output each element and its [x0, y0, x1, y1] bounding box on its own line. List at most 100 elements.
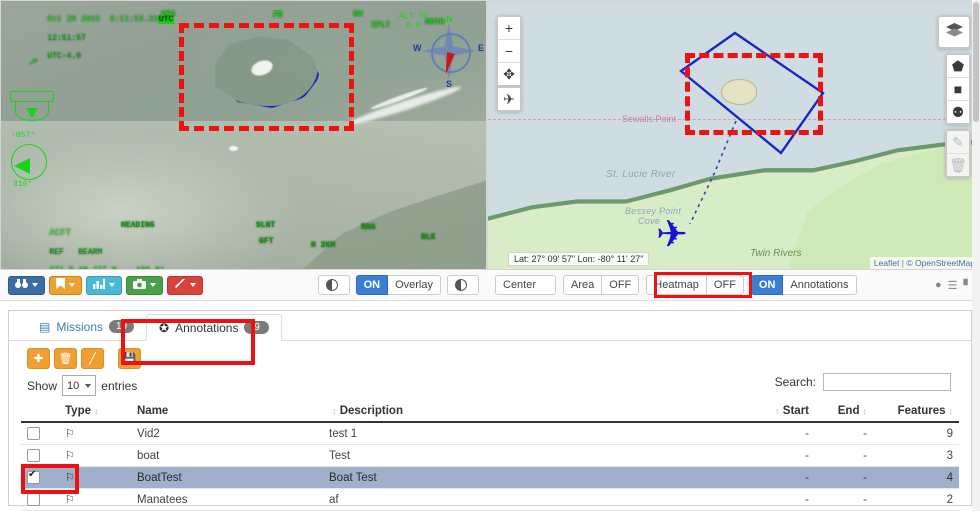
row-features: 2	[873, 488, 959, 511]
map-label-bessey-point: Bessey Point	[625, 206, 682, 216]
heatmap-state-button[interactable]: OFF	[706, 275, 744, 295]
row-checkbox[interactable]	[27, 469, 40, 484]
video-panel[interactable]: Oct 28 2015 6:11:53.33UTC 12:51:57 UTC-4…	[0, 0, 487, 270]
map-list-icon[interactable]: ☰	[948, 279, 958, 292]
th-start-label: Start	[782, 405, 809, 417]
edit-shape-icon[interactable]: ✎	[947, 131, 969, 154]
binoculars-button[interactable]	[8, 275, 45, 295]
map-toolbar: Center Area OFF Heatmap OFF ON Annotatio…	[487, 270, 980, 300]
heatmap-label-button[interactable]: Heatmap	[646, 275, 707, 295]
zoom-out-button[interactable]: −	[498, 40, 520, 63]
attribution-leaflet[interactable]: Leaflet	[874, 258, 900, 268]
center-dropdown[interactable]: Center	[495, 275, 557, 295]
attribution-osm[interactable]: © OpenStreetMap	[906, 258, 975, 268]
zoom-in-button[interactable]: +	[498, 17, 520, 40]
map-label-bessey-cove: Cove	[638, 216, 661, 226]
table-row[interactable]: ⚐ Vid2 test 1 - - 9	[21, 422, 959, 445]
map-label-st-lucie-river: St. Lucie River	[606, 169, 676, 180]
annotations-toggle-group[interactable]: ON Annotations	[750, 275, 857, 295]
edit-annotation-button[interactable]: ╱	[81, 348, 104, 369]
save-annotation-button[interactable]: 💾	[118, 348, 141, 369]
map-zoom-control[interactable]: + − ✥	[496, 15, 522, 87]
search-input[interactable]	[823, 373, 951, 391]
acft-bearm: BEARM	[78, 247, 103, 257]
hud-marker-slant: SLNT	[256, 221, 276, 230]
map-pin-icon[interactable]: ●	[935, 279, 942, 291]
th-type[interactable]: Type ↕	[59, 401, 131, 423]
layers-icon	[945, 23, 963, 41]
row-checkbox[interactable]	[27, 427, 40, 440]
entries-label: entries	[101, 378, 138, 393]
table-row[interactable]: ⚐ boat Test - - 3	[21, 444, 959, 467]
hud-tilt-gauge	[11, 144, 47, 180]
sort-icon-end: ↕	[862, 406, 868, 416]
compass-south: S	[446, 79, 453, 89]
bookmark-button[interactable]	[49, 275, 82, 295]
row-checkbox-cell[interactable]	[21, 466, 59, 489]
overlay-on-button[interactable]: ON	[355, 275, 389, 295]
row-description: test 1	[323, 422, 745, 445]
row-checkbox[interactable]	[27, 449, 40, 462]
marker-pen-button[interactable]	[167, 275, 203, 295]
annotations-label-button[interactable]: Annotations	[783, 275, 857, 295]
th-name[interactable]: Name	[131, 401, 323, 423]
contrast-right-dropdown[interactable]	[447, 275, 479, 295]
map-attribution: Leaflet | © OpenStreetMap	[869, 257, 979, 269]
row-checkbox-cell[interactable]	[21, 422, 59, 445]
map-draw-control[interactable]: ⬟ ■ ⚉	[945, 53, 971, 125]
search-label: Search:	[774, 375, 816, 389]
delete-annotation-button[interactable]: 🗑	[54, 348, 77, 369]
map-panel[interactable]: ✈ Sewalls Point St. Lucie River Bessey P…	[487, 0, 980, 270]
contrast-left-dropdown[interactable]	[317, 275, 350, 295]
compass-west: W	[413, 43, 422, 53]
row-type-icon: ⚐	[59, 422, 131, 445]
map-graph-icon[interactable]: ▘	[964, 279, 972, 292]
row-checkbox-cell[interactable]	[21, 488, 59, 511]
missions-icon: ▤	[39, 319, 51, 334]
tab-missions[interactable]: ▤ Missions 19	[27, 313, 146, 340]
draw-rectangle-icon[interactable]: ■	[947, 78, 969, 101]
aircraft-locate-icon[interactable]: ✈	[498, 88, 520, 110]
hud-marker-blk: BLK	[421, 233, 436, 242]
annotations-pin-icon: ✪	[159, 320, 170, 335]
row-checkbox-cell[interactable]	[21, 444, 59, 467]
table-row[interactable]: ⚐ BoatTest Boat Test - - 4	[21, 466, 959, 489]
area-toggle-group[interactable]: Area OFF	[563, 275, 640, 295]
row-start: -	[745, 466, 815, 489]
acft-ref: REF	[49, 247, 64, 257]
th-end[interactable]: End ↕	[815, 401, 873, 423]
camera-button[interactable]	[126, 275, 163, 295]
area-state-button[interactable]: OFF	[602, 275, 640, 295]
draw-polygon-icon[interactable]: ⬟	[947, 55, 969, 78]
overlay-label-button[interactable]: Overlay	[388, 275, 441, 295]
application-window: Oct 28 2015 6:11:53.33UTC 12:51:57 UTC-4…	[0, 0, 980, 511]
hud-marker-sw: SW	[353, 10, 363, 19]
tab-annotations[interactable]: ✪ Annotations 9	[146, 314, 283, 341]
heatmap-toggle-group[interactable]: Heatmap OFF	[646, 275, 744, 295]
overlay-toggle-group[interactable]: ON Overlay	[355, 275, 441, 295]
row-description: Test	[323, 444, 745, 467]
pen-icon	[174, 278, 186, 292]
th-start[interactable]: ↕ Start	[745, 401, 815, 423]
th-description[interactable]: ↕ Description	[323, 401, 745, 423]
fullscreen-icon[interactable]: ✥	[498, 63, 520, 85]
chart-button[interactable]	[86, 275, 122, 295]
add-annotation-button[interactable]: ✚	[27, 348, 50, 369]
contrast-icon-left	[325, 279, 338, 291]
entries-per-page-select[interactable]: 10	[62, 375, 97, 396]
draw-marker-icon[interactable]: ⚉	[947, 101, 969, 123]
map-edit-control[interactable]: ✎ 🗑	[945, 129, 971, 178]
page-scrollbar[interactable]	[972, 0, 980, 511]
th-features[interactable]: Features ↕	[873, 401, 959, 423]
annotations-on-button[interactable]: ON	[750, 275, 784, 295]
area-label-button[interactable]: Area	[563, 275, 603, 295]
scrollbar-thumb[interactable]	[973, 2, 979, 122]
map-locate-control[interactable]: ✈	[496, 86, 522, 112]
delete-shape-icon[interactable]: 🗑	[947, 154, 969, 176]
camera-icon	[133, 278, 146, 292]
row-start: -	[745, 422, 815, 445]
row-checkbox[interactable]	[27, 493, 40, 506]
map-flight-track	[684, 119, 744, 229]
table-row[interactable]: ⚐ Manatees af - - 2	[21, 488, 959, 511]
map-layers-control[interactable]	[937, 15, 971, 49]
